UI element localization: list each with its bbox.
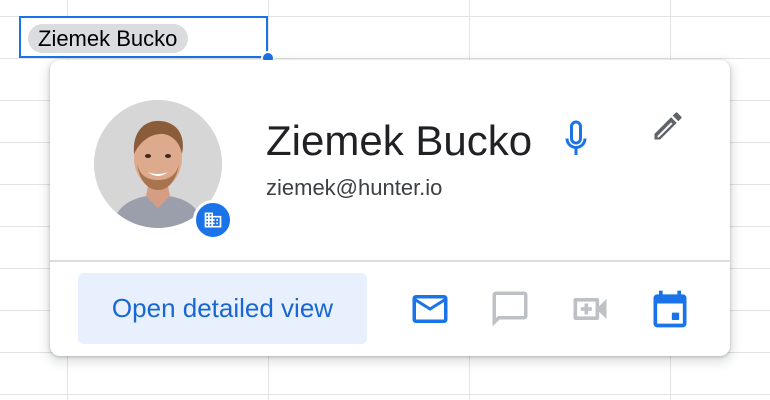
contact-name: Ziemek Bucko [266,117,533,164]
open-detailed-view-button[interactable]: Open detailed view [78,273,367,344]
person-card: Ziemek Bucko ziemek@hunter.io Open detai… [50,60,730,356]
chat-icon[interactable] [487,286,533,332]
person-chip[interactable]: Ziemek Bucko [28,24,189,53]
video-call-icon[interactable] [567,286,613,332]
contact-email: ziemek@hunter.io [266,175,443,200]
card-divider [50,260,730,262]
pencil-icon[interactable] [646,104,690,148]
calendar-icon[interactable] [647,286,693,332]
organization-badge-icon [193,200,233,240]
microphone-icon[interactable] [558,118,594,162]
mail-icon[interactable] [407,286,453,332]
